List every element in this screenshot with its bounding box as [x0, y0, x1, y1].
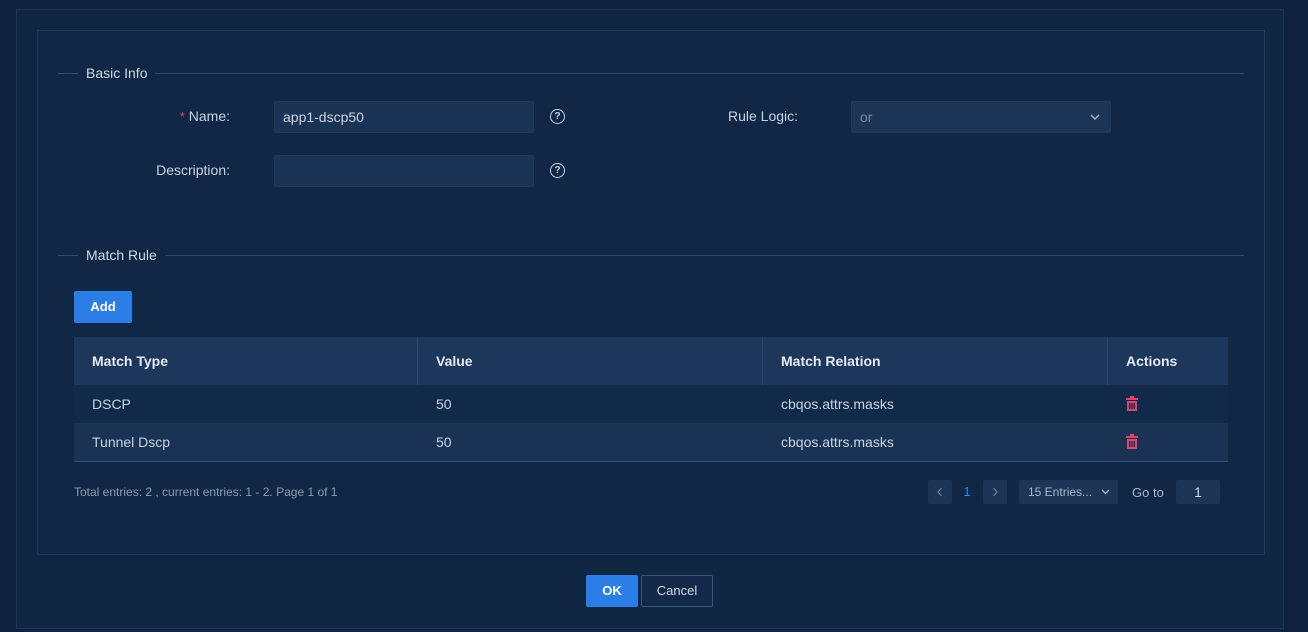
table-row: DSCP 50 cbqos.attrs.masks	[74, 385, 1228, 423]
ok-button[interactable]: OK	[586, 575, 638, 607]
name-label-text: Name:	[188, 108, 230, 124]
cell-value: 50	[436, 434, 452, 450]
rule-logic-value: or	[860, 109, 873, 125]
divider	[58, 254, 78, 256]
name-label: * Name:	[150, 108, 230, 124]
chevron-down-icon	[1090, 102, 1100, 143]
section-title: Match Rule	[86, 247, 157, 263]
section-title: Basic Info	[86, 65, 148, 81]
cell-match-type: Tunnel Dscp	[92, 434, 171, 450]
page-size-select[interactable]: 15 Entries...	[1019, 480, 1118, 504]
section-basic-info: Basic Info	[58, 63, 1244, 83]
required-asterisk: *	[179, 109, 185, 124]
chevron-down-icon	[1101, 480, 1110, 512]
divider	[155, 72, 1244, 74]
goto-page-input[interactable]: 1	[1176, 480, 1220, 504]
name-input-value: app1-dscp50	[283, 109, 364, 125]
chevron-left-icon	[936, 487, 944, 507]
name-input[interactable]: app1-dscp50	[274, 101, 534, 133]
pagination-summary: Total entries: 2 , current entries: 1 - …	[74, 485, 338, 499]
table-row: Tunnel Dscp 50 cbqos.attrs.masks	[74, 423, 1228, 461]
column-header-match-type[interactable]: Match Type	[74, 337, 418, 385]
match-rule-table: Match Type Value Match Relation Actions …	[74, 337, 1228, 462]
table-header: Match Type Value Match Relation Actions	[74, 337, 1228, 385]
delete-icon[interactable]	[1126, 388, 1138, 411]
cell-value: 50	[436, 396, 452, 412]
column-header-value[interactable]: Value	[418, 337, 763, 385]
name-help-icon[interactable]: ?	[550, 109, 565, 124]
cancel-button[interactable]: Cancel	[641, 575, 713, 607]
divider	[164, 254, 1244, 256]
next-page-button[interactable]	[983, 480, 1007, 504]
page-number-current[interactable]: 1	[955, 480, 979, 504]
prev-page-button[interactable]	[928, 480, 952, 504]
description-label: Description:	[156, 162, 230, 178]
cell-match-relation: cbqos.attrs.masks	[781, 434, 894, 450]
page-size-value: 15 Entries...	[1028, 485, 1093, 499]
cell-actions	[1108, 423, 1228, 461]
column-header-actions: Actions	[1126, 353, 1178, 369]
description-input[interactable]	[274, 155, 534, 187]
cell-match-type: DSCP	[92, 396, 131, 412]
table-bottom-border	[74, 461, 1228, 462]
section-match-rule: Match Rule	[58, 245, 1244, 265]
cell-match-relation: cbqos.attrs.masks	[781, 396, 894, 412]
rule-logic-select[interactable]: or	[851, 101, 1111, 133]
goto-label: Go to	[1132, 485, 1164, 500]
chevron-right-icon	[991, 487, 999, 507]
add-rule-button[interactable]: Add	[74, 291, 132, 323]
divider	[58, 72, 78, 74]
column-header-match-relation[interactable]: Match Relation	[763, 337, 1108, 385]
rule-logic-label: Rule Logic:	[728, 108, 799, 124]
cell-actions	[1108, 385, 1228, 423]
delete-icon[interactable]	[1126, 426, 1138, 449]
description-help-icon[interactable]: ?	[550, 163, 565, 178]
